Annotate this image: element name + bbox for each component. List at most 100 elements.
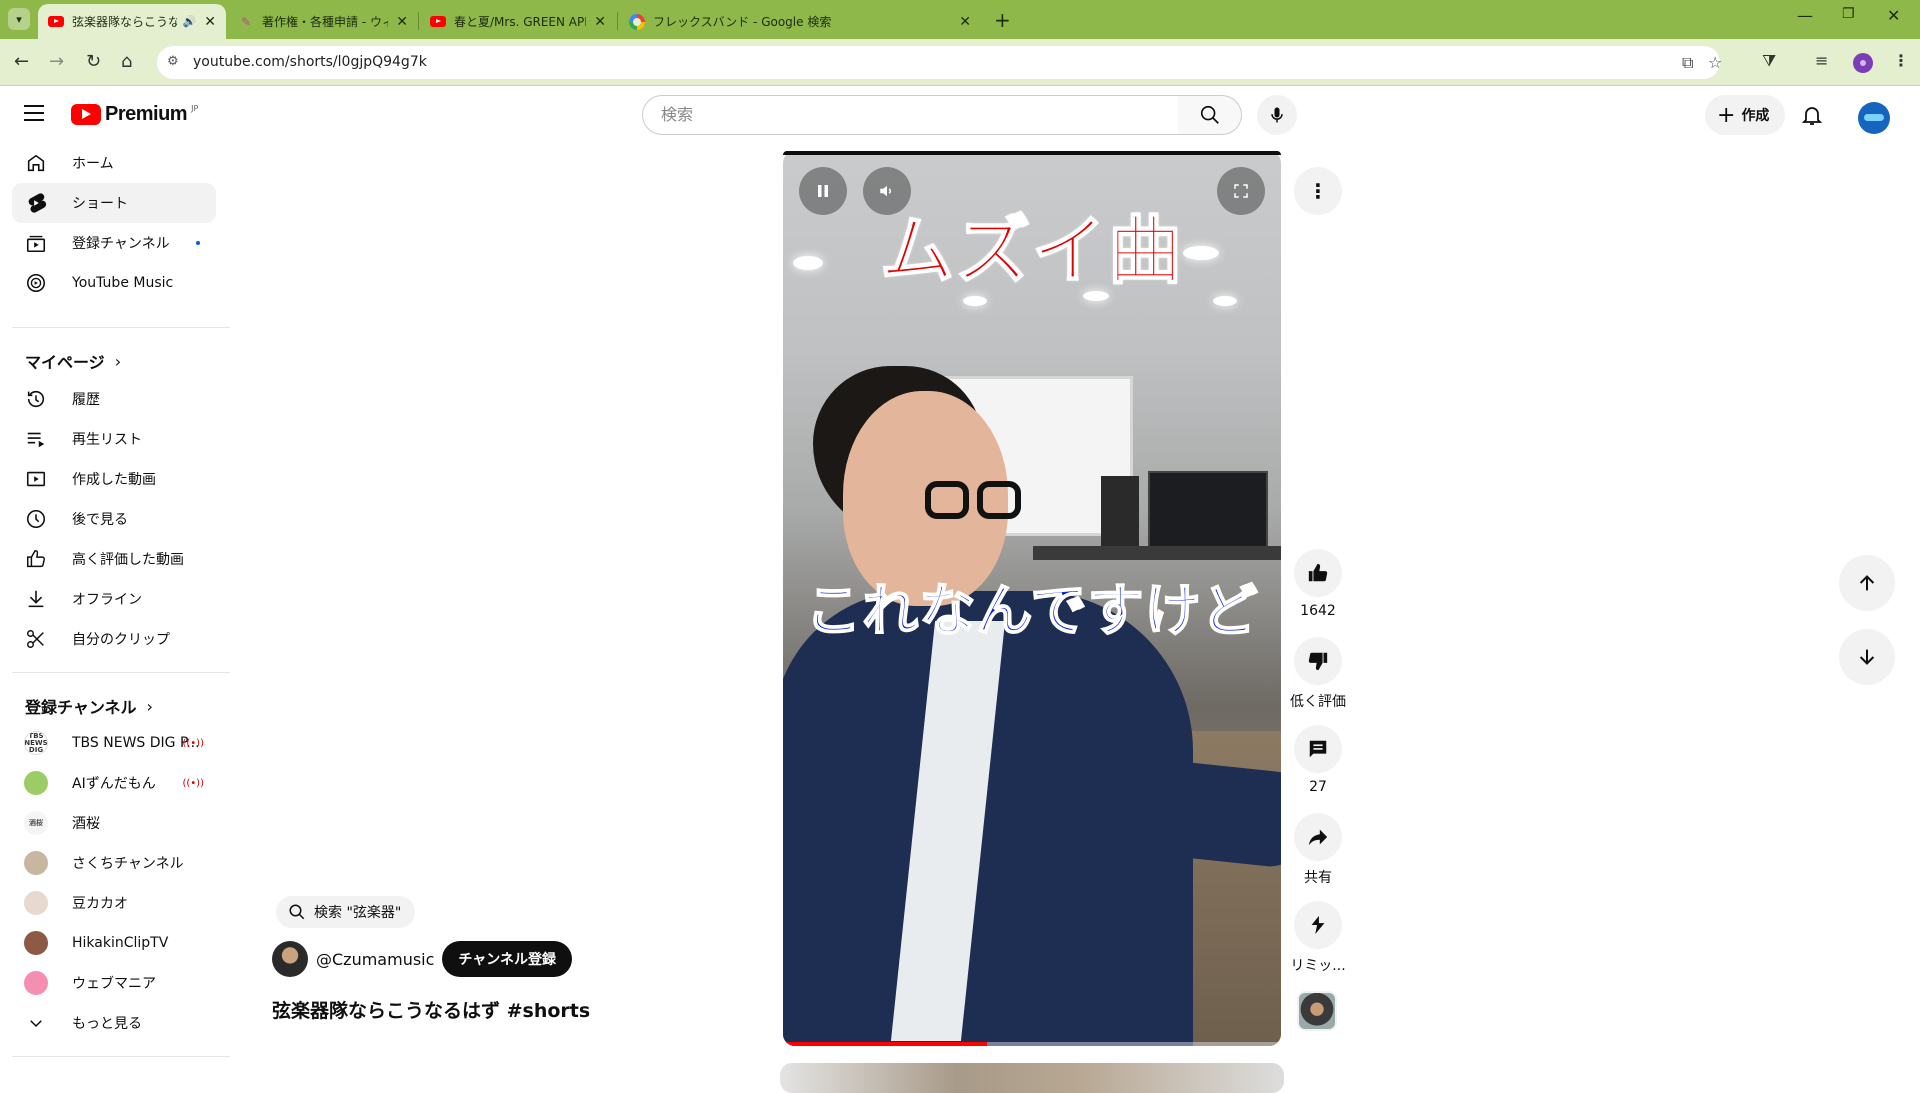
- subscription-item[interactable]: TBS NEWS DIG TBS NEWS DIG P... ((•)): [12, 723, 216, 763]
- search-icon: [1200, 105, 1219, 124]
- logo-region: JP: [191, 104, 199, 113]
- volume-button[interactable]: [863, 167, 911, 215]
- tab-title: 著作権・各種申請 - ウィンズスコア: [262, 15, 389, 29]
- like-button[interactable]: [1294, 549, 1342, 597]
- menu-icon[interactable]: [24, 105, 44, 126]
- comment-count: 27: [1309, 779, 1327, 795]
- extensions-icon[interactable]: ⧩: [1762, 51, 1776, 71]
- subscription-item[interactable]: HikakinClipTV: [12, 923, 216, 963]
- browser-tab-2[interactable]: 春と夏/Mrs. GREEN APPLE【大阪 ✕: [420, 4, 616, 39]
- arrow-down-icon: [1859, 649, 1875, 665]
- share-button[interactable]: [1294, 813, 1342, 861]
- sidebar-item-history[interactable]: 履歴: [12, 379, 216, 419]
- close-tab-icon[interactable]: ✕: [594, 14, 606, 30]
- reload-icon[interactable]: ↻: [86, 51, 101, 72]
- comments-button[interactable]: [1294, 725, 1342, 773]
- next-short-button[interactable]: [1839, 629, 1895, 685]
- site-info-icon[interactable]: ⚙: [167, 54, 179, 69]
- media-control-icon[interactable]: ≡: [1815, 51, 1828, 70]
- create-button[interactable]: + 作成: [1705, 95, 1786, 135]
- install-app-icon[interactable]: ⧉: [1682, 53, 1693, 73]
- search-input[interactable]: [661, 105, 1161, 124]
- subscribe-button[interactable]: チャンネル登録: [442, 941, 572, 977]
- chip-label: 検索 "弦楽器": [314, 905, 402, 921]
- search-suggestion-chip[interactable]: 検索 "弦楽器": [276, 896, 416, 928]
- back-icon[interactable]: ←: [14, 51, 29, 72]
- browser-tab-0[interactable]: 弦楽器隊ならこうなるはず #sh 🔊 ✕: [38, 4, 226, 39]
- sidebar-item-your-clips[interactable]: 自分のクリップ: [12, 619, 216, 659]
- share-action[interactable]: 共有: [1289, 813, 1347, 887]
- sidebar-item-watch-later[interactable]: 後で見る: [12, 499, 216, 539]
- video-title[interactable]: 弦楽器隊ならこうなるはず #shorts: [272, 996, 590, 1023]
- dislike-button[interactable]: [1294, 637, 1342, 685]
- subscription-item[interactable]: ウェブマニア: [12, 963, 216, 1003]
- channel-name[interactable]: @Czumamusic: [316, 950, 434, 969]
- browser-tab-1[interactable]: ✎ 著作権・各種申請 - ウィンズスコア ✕: [228, 4, 418, 39]
- arrow-up-icon: [1859, 575, 1875, 591]
- sidebar-item-subscriptions[interactable]: 登録チャンネル: [12, 223, 216, 263]
- remix-button[interactable]: [1294, 901, 1342, 949]
- subscription-item[interactable]: さくちチャンネル: [12, 843, 216, 883]
- tab-search-button[interactable]: ▾: [8, 8, 30, 30]
- dislike-action[interactable]: 低く評価: [1289, 637, 1347, 711]
- show-more-button[interactable]: もっと見る: [12, 1003, 216, 1043]
- sidebar-item-playlists[interactable]: 再生リスト: [12, 419, 216, 459]
- sound-source-thumbnail[interactable]: [1297, 991, 1337, 1031]
- comments-action[interactable]: 27: [1289, 725, 1347, 795]
- browser-menu-icon[interactable]: ⋮: [1893, 51, 1909, 70]
- tab-title: フレックスバンド - Google 検索: [653, 15, 832, 29]
- notifications-bell-icon[interactable]: [1800, 103, 1824, 131]
- video-scene: [1033, 546, 1281, 560]
- subscription-item[interactable]: 酒桜 酒桜: [12, 803, 216, 843]
- close-window-icon[interactable]: ✕: [1887, 6, 1900, 25]
- sidebar-divider: [12, 1056, 230, 1057]
- section-heading: 登録チャンネル: [25, 698, 137, 717]
- restore-icon[interactable]: ❐: [1842, 6, 1855, 22]
- sidebar-item-liked-videos[interactable]: 高く評価した動画: [12, 539, 216, 579]
- new-tab-icon[interactable]: +: [994, 8, 1011, 32]
- channel-avatar: [24, 851, 48, 875]
- account-avatar[interactable]: [1858, 102, 1890, 134]
- close-tab-icon[interactable]: ✕: [204, 14, 216, 30]
- search-button[interactable]: [1178, 95, 1242, 135]
- more-options-button[interactable]: ⋮: [1294, 167, 1342, 215]
- previous-short-button[interactable]: [1839, 555, 1895, 611]
- sidebar-item-youtube-music[interactable]: YouTube Music: [12, 263, 216, 303]
- subscription-item[interactable]: AIずんだもん ((•)): [12, 763, 216, 803]
- fullscreen-button[interactable]: [1217, 167, 1265, 215]
- subscription-item[interactable]: 豆カカオ: [12, 883, 216, 923]
- bookmark-star-icon[interactable]: ☆: [1708, 53, 1722, 72]
- subscription-label: 豆カカオ: [72, 896, 128, 912]
- browser-tab-3[interactable]: フレックスバンド - Google 検索 ✕: [619, 4, 981, 39]
- logo-text: Premium: [105, 103, 188, 125]
- sidebar-you-heading[interactable]: マイページ ›: [25, 349, 121, 373]
- sidebar-item-downloads[interactable]: オフライン: [12, 579, 216, 619]
- sidebar-item-your-videos[interactable]: 作成した動画: [12, 459, 216, 499]
- home-icon[interactable]: ⌂: [121, 51, 132, 72]
- sidebar-item-home[interactable]: ホーム: [12, 143, 216, 183]
- forward-icon[interactable]: →: [49, 51, 64, 72]
- remix-label: リミッ...: [1290, 958, 1346, 974]
- sidebar-divider: [12, 672, 230, 673]
- pause-button[interactable]: [799, 167, 847, 215]
- speaker-icon: 🔊: [182, 15, 197, 28]
- like-action[interactable]: 1642: [1289, 549, 1347, 619]
- close-tab-icon[interactable]: ✕: [959, 14, 971, 30]
- remix-action[interactable]: リミッ...: [1289, 901, 1347, 975]
- shorts-video-player[interactable]: ムズイ曲 これなんですけど: [783, 151, 1281, 1046]
- video-progress-bar[interactable]: [783, 1042, 1281, 1046]
- close-tab-icon[interactable]: ✕: [396, 14, 408, 30]
- thumbs-up-icon: [1308, 563, 1328, 582]
- scissors-icon: [24, 627, 48, 651]
- youtube-premium-logo[interactable]: Premium JP: [71, 103, 198, 126]
- sidebar-item-shorts[interactable]: ショート: [12, 183, 216, 223]
- minimize-icon[interactable]: —: [1797, 6, 1813, 25]
- next-short-preview[interactable]: [780, 1063, 1284, 1093]
- voice-search-button[interactable]: [1257, 95, 1297, 135]
- browser-profile-icon[interactable]: [1853, 53, 1873, 73]
- address-bar[interactable]: ⚙ youtube.com/shorts/l0gjpQ94g7k ⧉ ☆: [157, 46, 1722, 79]
- sidebar-subscriptions-heading[interactable]: 登録チャンネル ›: [25, 694, 153, 718]
- channel-avatar[interactable]: [272, 941, 308, 977]
- video-progress-fill: [783, 1042, 988, 1046]
- url-text: youtube.com/shorts/l0gjpQ94g7k: [193, 54, 427, 70]
